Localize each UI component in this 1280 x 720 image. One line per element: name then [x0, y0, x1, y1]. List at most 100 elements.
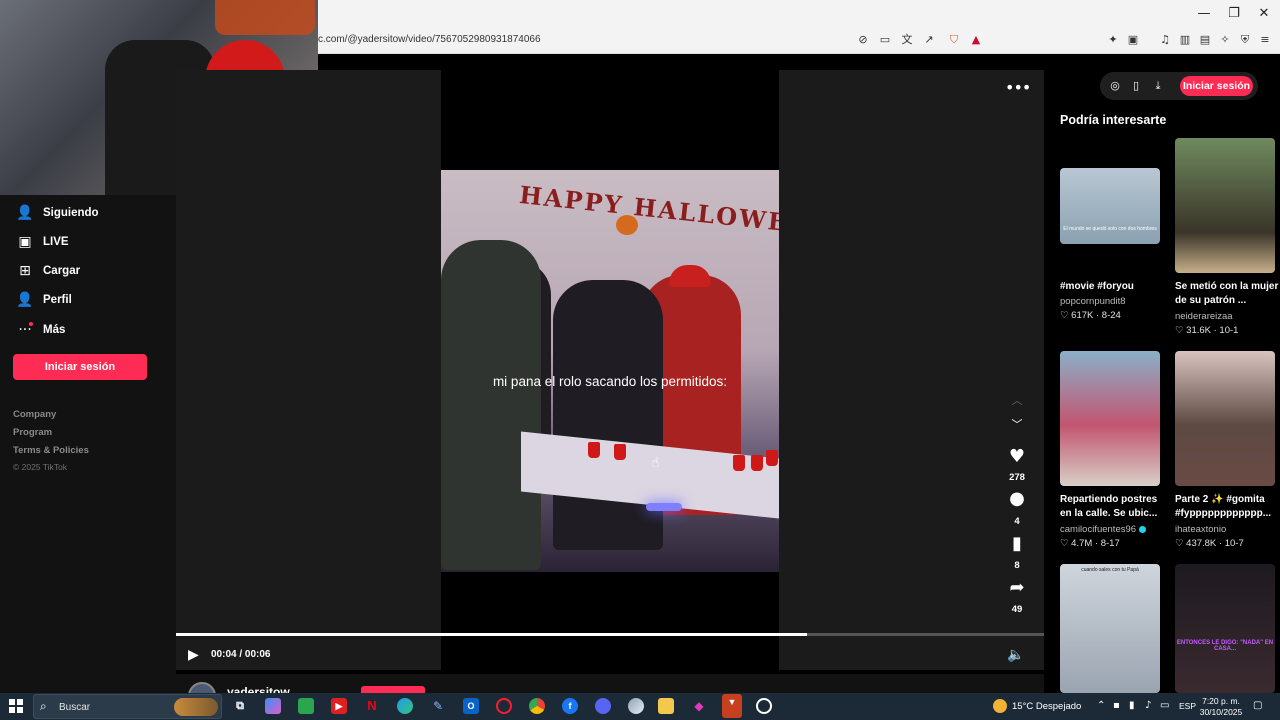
video-player[interactable]: HAPPY HALLOWE: [441, 170, 779, 572]
translate-icon[interactable]: 文: [899, 32, 915, 48]
left-nav: 👤 Siguiendo ▣ LIVE ⊞ Cargar 👤 Perfil ···…: [0, 195, 176, 693]
tray-chevron-icon[interactable]: ⌃: [1097, 700, 1105, 711]
bookmark-icon[interactable]: ▮: [1005, 533, 1029, 555]
avatar[interactable]: [188, 682, 216, 693]
author-username[interactable]: yadersitow: [227, 685, 290, 693]
clock-date: 30/10/2025: [1199, 707, 1243, 717]
card-title[interactable]: Repartiendo postres en la calle. Se ubic…: [1060, 493, 1166, 521]
play-icon[interactable]: ▶: [188, 645, 208, 665]
feather-icon[interactable]: ✎: [430, 698, 446, 714]
vpn-icon[interactable]: ⛨: [1237, 32, 1253, 48]
timecode: 00:04 / 00:06: [211, 649, 271, 660]
video-thumbnail[interactable]: [1175, 138, 1275, 273]
no-tracking-icon[interactable]: ⊘: [855, 32, 871, 48]
video-thumbnail[interactable]: ENTONCES LE DIGO: "NADA" EN CASA...: [1175, 564, 1275, 693]
like-count: 278: [1009, 472, 1025, 483]
file-explorer-icon[interactable]: [658, 698, 674, 714]
copilot-icon[interactable]: [265, 698, 281, 714]
video-person: [441, 240, 541, 570]
red-cup: [751, 455, 763, 471]
comment-icon[interactable]: ●: [1005, 488, 1029, 510]
video-thumbnail[interactable]: [1175, 351, 1275, 486]
more-options-icon[interactable]: •••: [1005, 78, 1031, 97]
card-title[interactable]: Se metió con la mujer de su patrón ...: [1175, 280, 1280, 308]
video-thumbnail[interactable]: cuando sales con tu Papá: [1060, 564, 1160, 693]
chrome-icon[interactable]: [529, 698, 545, 714]
share-arrow-icon[interactable]: ➦: [1005, 577, 1029, 599]
taskbar-search[interactable]: ⌕ Buscar: [33, 694, 222, 719]
nav-item-live[interactable]: ▣ LIVE: [16, 232, 68, 252]
opera-icon[interactable]: [496, 698, 512, 714]
user-follow-icon: 👤: [16, 205, 34, 221]
card-author[interactable]: popcornpundit8: [1060, 296, 1126, 307]
reader-icon[interactable]: ▣: [1125, 32, 1141, 48]
task-view-icon[interactable]: ⧉: [232, 698, 248, 714]
footer-link-terms[interactable]: Terms & Policies: [13, 445, 89, 456]
minimize-icon[interactable]: —: [1195, 5, 1213, 23]
volume-icon[interactable]: 🔈: [1007, 645, 1027, 665]
nav-item-perfil[interactable]: 👤 Perfil: [16, 290, 71, 310]
weather-text[interactable]: 15°C Despejado: [1012, 701, 1081, 712]
youtube-icon[interactable]: ▶: [331, 698, 347, 714]
address-bar[interactable]: c.com/@yadersitow/video/7567052980931874…: [318, 34, 541, 45]
music-icon[interactable]: ♫: [1157, 32, 1173, 48]
outlook-icon[interactable]: O: [463, 698, 479, 714]
monitor-icon[interactable]: ▭: [1160, 700, 1169, 711]
feather-pink-icon[interactable]: ◆: [691, 698, 707, 714]
ai-sparkle-icon[interactable]: ✧: [1217, 32, 1233, 48]
compass-icon[interactable]: ◎: [1107, 78, 1123, 94]
nav-item-mas[interactable]: ··· Más: [16, 320, 65, 340]
footer-link-program[interactable]: Program: [13, 427, 52, 438]
nav-item-siguiendo[interactable]: 👤 Siguiendo: [16, 203, 98, 223]
video-thumbnail[interactable]: El mundo se quedó solo con dos hombres: [1060, 168, 1160, 244]
menu-icon[interactable]: ≡: [1257, 32, 1273, 48]
extensions-icon[interactable]: ✦: [1105, 32, 1121, 48]
facebook-icon[interactable]: f: [562, 698, 578, 714]
thumbnail-text: El mundo se quedó solo con dos hombres: [1063, 226, 1157, 232]
heart-icon[interactable]: ♥: [1005, 446, 1029, 468]
restore-icon[interactable]: ❐: [1225, 5, 1243, 23]
progress-track[interactable]: [176, 633, 1044, 636]
brave-icon[interactable]: ▼: [722, 694, 742, 718]
speaker-icon[interactable]: ♪: [1145, 700, 1151, 711]
shield-icon[interactable]: ⛉: [946, 32, 962, 48]
store-icon[interactable]: [298, 698, 314, 714]
discord-icon[interactable]: [595, 698, 611, 714]
edge-icon[interactable]: [397, 698, 413, 714]
clock[interactable]: 7:20 p. m. 30/10/2025: [1196, 696, 1246, 718]
sidebar-icon[interactable]: ▥: [1177, 32, 1193, 48]
video-thumbnail[interactable]: [1060, 351, 1160, 486]
chevron-down-icon[interactable]: ﹀: [1005, 414, 1029, 436]
webcam-shelf: [215, 0, 315, 35]
windows-start-icon[interactable]: [9, 699, 23, 713]
card-author[interactable]: neiderareizaa: [1175, 311, 1233, 322]
card-title[interactable]: #movie #foryou: [1060, 280, 1166, 294]
footer-link-company[interactable]: Company: [13, 409, 56, 420]
chevron-up-icon[interactable]: ︿: [1005, 390, 1029, 412]
download-icon[interactable]: ⤓: [1150, 78, 1166, 94]
red-cup: [614, 444, 626, 460]
panel-login-button[interactable]: Iniciar sesión: [1180, 76, 1253, 96]
card-stats: ♡ 31.6K · 10-1: [1175, 325, 1239, 336]
login-button[interactable]: Iniciar sesión: [13, 354, 147, 380]
microphone-icon[interactable]: ▮: [1129, 700, 1135, 711]
cast-icon[interactable]: ▭: [877, 32, 893, 48]
card-author[interactable]: ihateaxtonio: [1175, 524, 1226, 535]
netflix-icon[interactable]: N: [364, 698, 380, 714]
notification-icon[interactable]: ▢: [1253, 700, 1262, 711]
nav-item-cargar[interactable]: ⊞ Cargar: [16, 261, 80, 281]
card-author[interactable]: camilocifuentes96: [1060, 524, 1147, 535]
wallet-icon[interactable]: ▤: [1197, 32, 1213, 48]
tray-app-icon[interactable]: ▪: [1113, 700, 1120, 711]
speedometer-icon[interactable]: [756, 698, 772, 714]
comment-count: 4: [1014, 516, 1020, 527]
follow-button[interactable]: [361, 686, 425, 693]
close-icon[interactable]: ✕: [1255, 5, 1273, 23]
app-icon[interactable]: [628, 698, 644, 714]
rewards-triangle-icon[interactable]: ▲: [968, 32, 984, 48]
card-title[interactable]: Parte 2 ✨ #gomita #fypppppppppppp...: [1175, 493, 1280, 521]
language-indicator[interactable]: ESP: [1179, 701, 1196, 711]
mobile-icon[interactable]: ▯: [1128, 78, 1144, 94]
blue-light: [646, 503, 682, 511]
share-icon[interactable]: ↗: [921, 32, 937, 48]
